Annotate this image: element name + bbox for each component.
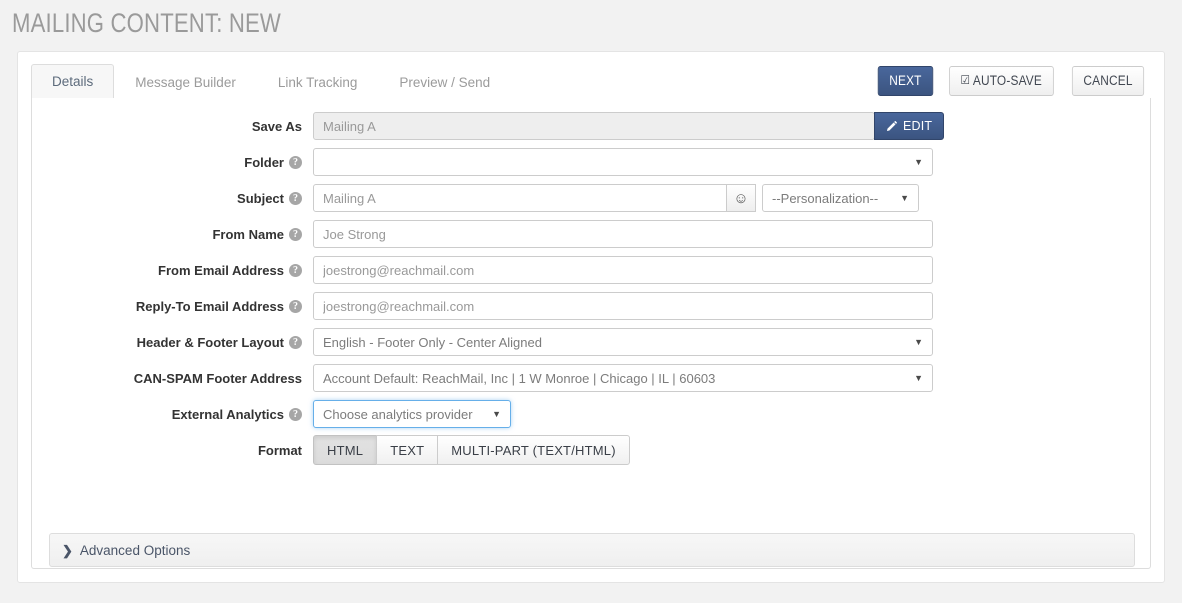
label-canspam-footer-text: CAN-SPAM Footer Address: [134, 371, 302, 386]
header-footer-layout-select[interactable]: English - Footer Only - Center Aligned ▼: [313, 328, 933, 356]
form-row-save-as: Save As EDIT: [32, 112, 1152, 140]
canspam-footer-select[interactable]: Account Default: ReachMail, Inc | 1 W Mo…: [313, 364, 933, 392]
form-row-subject: Subject ? ☺ --Personalization-- ▼: [32, 184, 1152, 212]
advanced-options-label: Advanced Options: [80, 543, 190, 558]
advanced-options-toggle[interactable]: ❯ Advanced Options: [49, 533, 1135, 567]
pencil-icon: [886, 120, 898, 132]
form-row-from-email: From Email Address ?: [32, 256, 1152, 284]
form-row-canspam-footer: CAN-SPAM Footer Address Account Default:…: [32, 364, 1152, 392]
external-analytics-select[interactable]: Choose analytics provider ▼: [313, 400, 511, 428]
content-shell: NEXT ☑AUTO-SAVE CANCEL Details Message B…: [17, 51, 1165, 583]
label-subject: Subject ?: [32, 191, 313, 206]
chevron-down-icon: ▼: [914, 338, 923, 347]
auto-save-label: AUTO-SAVE: [973, 73, 1042, 88]
checkbox-checked-icon: ☑: [961, 74, 971, 86]
format-button-group: HTML TEXT MULTI-PART (TEXT/HTML): [313, 435, 630, 465]
details-tab-panel: Save As EDIT Folder ?: [31, 98, 1151, 569]
canspam-footer-value: Account Default: ReachMail, Inc | 1 W Mo…: [323, 371, 715, 386]
help-icon-from-name[interactable]: ?: [289, 228, 302, 241]
label-header-footer-layout-text: Header & Footer Layout: [137, 335, 284, 350]
controls-folder: ▼: [313, 148, 933, 176]
controls-canspam-footer: Account Default: ReachMail, Inc | 1 W Mo…: [313, 364, 933, 392]
reply-to-email-input[interactable]: [313, 292, 933, 320]
label-reply-to-email-text: Reply-To Email Address: [136, 299, 284, 314]
tab-details[interactable]: Details: [31, 64, 114, 99]
form-row-folder: Folder ? ▼: [32, 148, 1152, 176]
format-option-html[interactable]: HTML: [313, 435, 377, 465]
label-subject-text: Subject: [237, 191, 284, 206]
help-icon-header-footer-layout[interactable]: ?: [289, 336, 302, 349]
from-email-input[interactable]: [313, 256, 933, 284]
auto-save-button[interactable]: ☑AUTO-SAVE: [950, 66, 1054, 96]
controls-header-footer-layout: English - Footer Only - Center Aligned ▼: [313, 328, 933, 356]
help-icon-folder[interactable]: ?: [289, 156, 302, 169]
form-row-header-footer-layout: Header & Footer Layout ? English - Foote…: [32, 328, 1152, 356]
tab-preview-send[interactable]: Preview / Send: [378, 65, 511, 99]
help-icon-from-email[interactable]: ?: [289, 264, 302, 277]
label-external-analytics: External Analytics ?: [32, 407, 313, 422]
tab-link-tracking[interactable]: Link Tracking: [257, 65, 379, 99]
controls-save-as: EDIT: [313, 112, 944, 140]
form-row-reply-to-email: Reply-To Email Address ?: [32, 292, 1152, 320]
external-analytics-value: Choose analytics provider: [323, 407, 473, 422]
label-header-footer-layout: Header & Footer Layout ?: [32, 335, 313, 350]
label-canspam-footer: CAN-SPAM Footer Address: [32, 371, 313, 386]
folder-select[interactable]: ▼: [313, 148, 933, 176]
header-footer-layout-value: English - Footer Only - Center Aligned: [323, 335, 542, 350]
edit-button-label: EDIT: [903, 119, 932, 133]
help-icon-external-analytics[interactable]: ?: [289, 408, 302, 421]
tab-message-builder[interactable]: Message Builder: [114, 65, 257, 99]
label-external-analytics-text: External Analytics: [172, 407, 284, 422]
help-icon-subject[interactable]: ?: [289, 192, 302, 205]
controls-subject: ☺ --Personalization-- ▼: [313, 184, 919, 212]
chevron-right-icon: ❯: [62, 544, 73, 557]
from-name-input[interactable]: [313, 220, 933, 248]
label-folder-text: Folder: [244, 155, 284, 170]
controls-from-name: [313, 220, 933, 248]
chevron-down-icon: ▼: [914, 374, 923, 383]
chevron-down-icon: ▼: [914, 158, 923, 167]
controls-from-email: [313, 256, 933, 284]
chevron-down-icon: ▼: [900, 194, 909, 203]
label-from-name: From Name ?: [32, 227, 313, 242]
page-title: MAILING CONTENT: NEW: [12, 8, 281, 39]
mailing-details-form: Save As EDIT Folder ?: [32, 112, 1152, 472]
label-format-text: Format: [258, 443, 302, 458]
chevron-down-icon: ▼: [492, 410, 501, 419]
edit-save-as-button[interactable]: EDIT: [874, 112, 944, 140]
label-from-email: From Email Address ?: [32, 263, 313, 278]
help-icon-reply-to-email[interactable]: ?: [289, 300, 302, 313]
controls-external-analytics: Choose analytics provider ▼: [313, 400, 511, 428]
form-row-format: Format HTML TEXT MULTI-PART (TEXT/HTML): [32, 436, 1152, 464]
format-option-multipart[interactable]: MULTI-PART (TEXT/HTML): [437, 435, 630, 465]
next-button[interactable]: NEXT: [877, 66, 932, 96]
label-from-name-text: From Name: [212, 227, 284, 242]
label-save-as: Save As: [32, 119, 313, 134]
label-from-email-text: From Email Address: [158, 263, 284, 278]
form-row-from-name: From Name ?: [32, 220, 1152, 248]
emoji-picker-button[interactable]: ☺: [726, 184, 756, 212]
label-save-as-text: Save As: [252, 119, 302, 134]
personalization-select-value: --Personalization--: [772, 191, 878, 206]
save-as-input[interactable]: [313, 112, 875, 140]
subject-input[interactable]: [313, 184, 727, 212]
controls-reply-to-email: [313, 292, 933, 320]
label-folder: Folder ?: [32, 155, 313, 170]
format-option-text[interactable]: TEXT: [376, 435, 438, 465]
cancel-button[interactable]: CANCEL: [1072, 66, 1144, 96]
label-reply-to-email: Reply-To Email Address ?: [32, 299, 313, 314]
label-format: Format: [32, 443, 313, 458]
form-row-external-analytics: External Analytics ? Choose analytics pr…: [32, 400, 1152, 428]
header-actions: NEXT ☑AUTO-SAVE CANCEL: [874, 66, 1149, 96]
smiley-face-icon: ☺: [733, 191, 748, 206]
personalization-select[interactable]: --Personalization-- ▼: [762, 184, 919, 212]
controls-format: HTML TEXT MULTI-PART (TEXT/HTML): [313, 435, 630, 465]
